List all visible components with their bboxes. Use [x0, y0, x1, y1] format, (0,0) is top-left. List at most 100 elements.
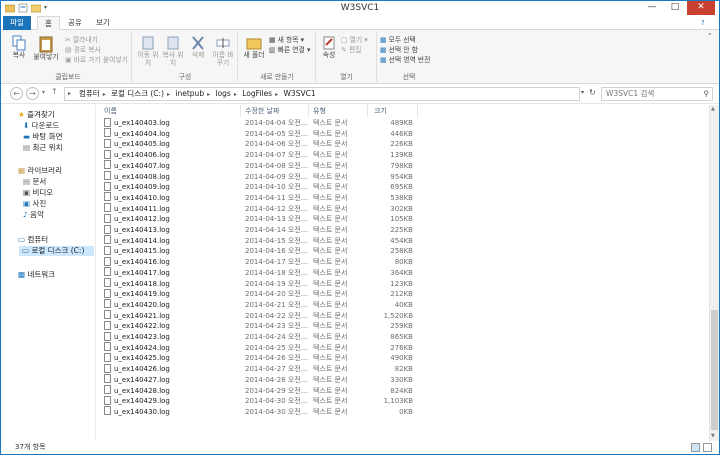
- breadcrumb-w3svc1[interactable]: W3SVC1: [284, 88, 316, 100]
- table-row[interactable]: u_ex140404.log 2014-04-05 오전... 텍스트 문서 446K…: [97, 128, 709, 140]
- column-divider[interactable]: [417, 105, 418, 117]
- tab-share[interactable]: 공유: [61, 16, 89, 30]
- nav-network[interactable]: ▩ 네트워크: [18, 270, 55, 280]
- copy-path-button[interactable]: ▤ 경로 복사: [65, 46, 101, 55]
- nav-desktop[interactable]: ▬ 바탕 화면: [23, 132, 62, 142]
- vertical-scrollbar[interactable]: ▲ ▼: [709, 105, 719, 441]
- maximize-button[interactable]: □: [664, 1, 686, 15]
- table-row[interactable]: u_ex140428.log 2014-04-29 오전... 텍스트 문서 824K…: [97, 385, 709, 397]
- table-row[interactable]: u_ex140414.log 2014-04-15 오전... 텍스트 문서 454K…: [97, 235, 709, 247]
- table-row[interactable]: u_ex140429.log 2014-04-30 오전... 텍스트 문서 1,10…: [97, 395, 709, 407]
- nav-recent[interactable]: ▤ 최근 위치: [23, 143, 62, 153]
- nav-favorites[interactable]: ★ 즐겨찾기: [18, 110, 55, 120]
- new-item-button[interactable]: ▦ 새 항목 ▾: [269, 36, 304, 45]
- nav-libraries[interactable]: ▦ 라이브러리: [18, 166, 62, 176]
- address-dropdown-icon[interactable]: ▾: [581, 89, 584, 96]
- column-header-type[interactable]: 유형: [313, 105, 326, 117]
- refresh-icon[interactable]: ↻: [589, 88, 596, 97]
- table-row[interactable]: u_ex140421.log 2014-04-22 오전... 텍스트 문서 1,52…: [97, 310, 709, 322]
- details-view-button[interactable]: [691, 443, 700, 452]
- table-row[interactable]: u_ex140417.log 2014-04-18 오전... 텍스트 문서 364K…: [97, 267, 709, 279]
- column-header-date[interactable]: 수정한 날짜: [245, 105, 279, 117]
- properties-button[interactable]: 속성: [319, 35, 339, 59]
- nav-music[interactable]: ♪ 음악: [23, 210, 44, 220]
- breadcrumb-local-disk[interactable]: 로컬 디스크 (C:): [111, 88, 164, 100]
- table-row[interactable]: u_ex140405.log 2014-04-06 오전... 텍스트 문서 226K…: [97, 138, 709, 150]
- rename-button[interactable]: 이름 바꾸기: [211, 35, 235, 67]
- edit-button[interactable]: ✎ 편집: [341, 46, 361, 55]
- column-header-name[interactable]: 이름: [104, 105, 117, 117]
- column-divider[interactable]: [308, 105, 309, 117]
- nav-documents[interactable]: ▤ 문서: [23, 177, 46, 187]
- open-button[interactable]: ▢ 열기 ▾: [341, 36, 368, 45]
- table-row[interactable]: u_ex140408.log 2014-04-09 오전... 텍스트 문서 954K…: [97, 171, 709, 183]
- table-row[interactable]: u_ex140424.log 2014-04-25 오전... 텍스트 문서 276K…: [97, 342, 709, 354]
- table-row[interactable]: u_ex140418.log 2014-04-19 오전... 텍스트 문서 123K…: [97, 278, 709, 290]
- table-row[interactable]: u_ex140420.log 2014-04-21 오전... 텍스트 문서 40KB: [97, 299, 709, 311]
- column-divider[interactable]: [367, 105, 368, 117]
- scroll-up-icon[interactable]: ▲: [711, 106, 715, 112]
- arrow-up-icon: ↑: [51, 87, 58, 96]
- table-row[interactable]: u_ex140425.log 2014-04-26 오전... 텍스트 문서 490K…: [97, 352, 709, 364]
- tab-home[interactable]: 홈: [37, 16, 60, 30]
- table-row[interactable]: u_ex140403.log 2014-04-04 오전... 텍스트 문서 489K…: [97, 117, 709, 129]
- paste-button[interactable]: 붙여넣기: [31, 35, 61, 61]
- table-row[interactable]: u_ex140407.log 2014-04-08 오전... 텍스트 문서 798K…: [97, 160, 709, 172]
- nav-computer[interactable]: ▭ 컴퓨터: [18, 235, 48, 245]
- tab-view[interactable]: 보기: [89, 16, 117, 30]
- copy-button[interactable]: 복사: [8, 35, 30, 59]
- address-box[interactable]: ▸ 컴퓨터 ▸ 로컬 디스크 (C:) ▸ inetpub ▸ logs ▸ LogFi…: [64, 87, 580, 101]
- nav-videos[interactable]: ▣ 비디오: [23, 188, 53, 198]
- nav-pictures[interactable]: ▣ 사진: [23, 199, 46, 209]
- table-row[interactable]: u_ex140419.log 2014-04-20 오전... 텍스트 문서 212K…: [97, 288, 709, 300]
- new-folder-button[interactable]: 새 폴더: [242, 35, 266, 59]
- delete-icon: [192, 36, 204, 50]
- path-icon: ▤: [65, 46, 74, 54]
- table-row[interactable]: u_ex140416.log 2014-04-17 오전... 텍스트 문서 80KB: [97, 256, 709, 268]
- tab-file[interactable]: 파일: [3, 16, 31, 30]
- table-row[interactable]: u_ex140430.log 2014-04-30 오전... 텍스트 문서 0KB: [97, 406, 709, 418]
- column-divider[interactable]: [240, 105, 241, 117]
- up-button[interactable]: ↑: [51, 87, 58, 96]
- scrollbar-thumb[interactable]: [711, 310, 718, 430]
- cut-button[interactable]: ✂ 잘라내기: [65, 36, 98, 45]
- move-to-button[interactable]: 이동 위치: [136, 35, 160, 67]
- scroll-down-icon[interactable]: ▼: [711, 433, 715, 439]
- breadcrumb-inetpub[interactable]: inetpub: [175, 88, 204, 100]
- table-row[interactable]: u_ex140410.log 2014-04-11 오전... 텍스트 문서 538K…: [97, 192, 709, 204]
- select-none-button[interactable]: ▦ 선택 안 함: [380, 46, 418, 55]
- table-row[interactable]: u_ex140415.log 2014-04-16 오전... 텍스트 문서 258K…: [97, 245, 709, 257]
- recent-locations-icon[interactable]: ▾: [42, 89, 45, 96]
- collapse-ribbon-icon[interactable]: ⌃: [707, 32, 713, 41]
- table-row[interactable]: u_ex140422.log 2014-04-23 오전... 텍스트 문서 259K…: [97, 320, 709, 332]
- table-row[interactable]: u_ex140426.log 2014-04-27 오전... 텍스트 문서 82KB: [97, 363, 709, 375]
- table-row[interactable]: u_ex140409.log 2014-04-10 오전... 텍스트 문서 695K…: [97, 181, 709, 193]
- breadcrumb-logs[interactable]: logs: [215, 88, 230, 100]
- minimize-button[interactable]: —: [641, 1, 663, 15]
- back-button[interactable]: ←: [10, 87, 23, 100]
- delete-button[interactable]: 삭제: [187, 35, 209, 59]
- nav-local-disk[interactable]: ▭ 로컬 디스크 (C:): [19, 246, 94, 256]
- table-row[interactable]: u_ex140406.log 2014-04-07 오전... 텍스트 문서 139K…: [97, 149, 709, 161]
- select-all-button[interactable]: ▦ 모두 선택: [380, 36, 416, 45]
- breadcrumb-computer[interactable]: 컴퓨터: [79, 88, 100, 100]
- close-button[interactable]: ✕: [687, 1, 715, 15]
- file-name: u_ex140408.log: [104, 171, 170, 183]
- paste-shortcut-button[interactable]: ▣ 바로 가기 붙여넣기: [65, 56, 128, 65]
- table-row[interactable]: u_ex140411.log 2014-04-12 오전... 텍스트 문서 302K…: [97, 203, 709, 215]
- invert-selection-button[interactable]: ▦ 선택 영역 반전: [380, 56, 430, 65]
- column-header-size[interactable]: 크기: [374, 105, 387, 117]
- breadcrumb-logfiles[interactable]: LogFiles: [242, 88, 272, 100]
- file-date: 2014-04-29 오전...: [245, 386, 308, 395]
- forward-button[interactable]: →: [26, 87, 39, 100]
- easy-access-button[interactable]: ▥ 빠른 연결 ▾: [269, 46, 310, 55]
- help-icon[interactable]: ?: [701, 16, 705, 30]
- table-row[interactable]: u_ex140413.log 2014-04-14 오전... 텍스트 문서 225K…: [97, 224, 709, 236]
- search-input[interactable]: W3SVC1 검색 ⚲: [601, 87, 713, 101]
- table-row[interactable]: u_ex140427.log 2014-04-28 오전... 텍스트 문서 330K…: [97, 374, 709, 386]
- table-row[interactable]: u_ex140412.log 2014-04-13 오전... 텍스트 문서 105K…: [97, 213, 709, 225]
- nav-downloads[interactable]: ⬇ 다운로드: [23, 121, 59, 131]
- large-icons-view-button[interactable]: [703, 443, 712, 452]
- table-row[interactable]: u_ex140423.log 2014-04-24 오전... 텍스트 문서 865K…: [97, 331, 709, 343]
- copy-to-button[interactable]: 복사 위치: [161, 35, 185, 67]
